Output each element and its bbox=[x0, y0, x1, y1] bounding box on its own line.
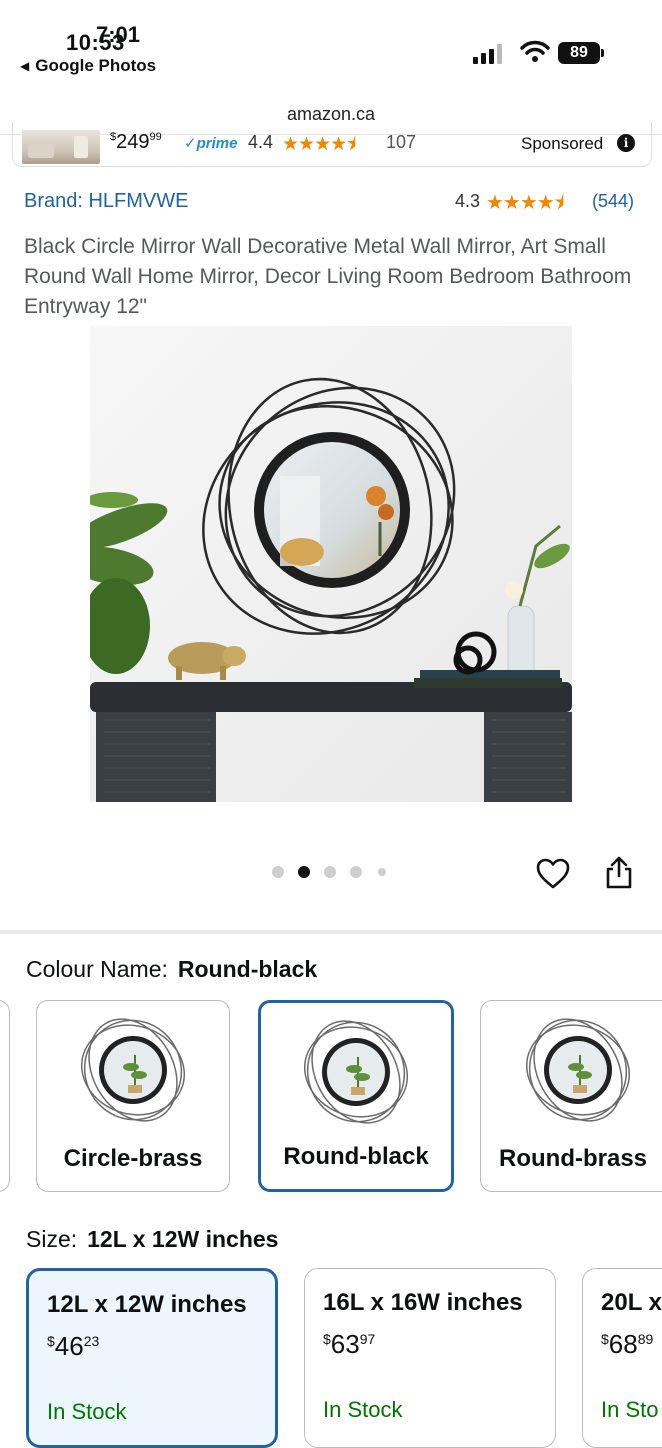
back-app-label: Google Photos bbox=[35, 56, 157, 75]
product-stars-icon[interactable]: ★★★★⯨ bbox=[486, 188, 564, 222]
share-icon[interactable] bbox=[604, 854, 634, 890]
colour-option-label: Circle-brass bbox=[63, 1145, 203, 1172]
mirror-thumbnail bbox=[525, 1018, 631, 1122]
size-option-20[interactable]: 20L x $6889 In Sto bbox=[582, 1268, 662, 1448]
size-option-stock: In Stock bbox=[323, 1397, 403, 1422]
sponsored-product-thumbnail[interactable] bbox=[22, 130, 100, 164]
size-selected-value: 12L x 12W inches bbox=[87, 1226, 279, 1252]
mirror-thumbnail bbox=[303, 1020, 409, 1124]
section-divider bbox=[0, 930, 662, 934]
size-option-stock: In Stock bbox=[47, 1399, 127, 1424]
colour-option-round-brass[interactable]: Round-brass bbox=[480, 1000, 662, 1192]
mirror-scene-illustration bbox=[90, 326, 572, 802]
size-label: Size: 12L x 12W inches bbox=[26, 1226, 279, 1252]
product-rating-value: 4.3 bbox=[455, 191, 481, 211]
info-icon[interactable]: i bbox=[617, 134, 635, 152]
size-option-stock: In Sto bbox=[601, 1397, 659, 1422]
size-option-price: $6397 bbox=[323, 1329, 376, 1359]
size-option-dimensions: 20L x bbox=[601, 1289, 662, 1316]
back-to-app-link[interactable]: ◀ Google Photos bbox=[20, 56, 156, 76]
status-time-front: 7:01 bbox=[96, 22, 141, 47]
size-option-dimensions: 16L x 16W inches bbox=[323, 1289, 523, 1316]
back-triangle-icon: ◀ bbox=[20, 59, 30, 73]
product-image[interactable] bbox=[90, 326, 572, 802]
colour-option-circle-brass[interactable]: Circle-brass bbox=[36, 1000, 230, 1192]
carousel-dot-4[interactable] bbox=[350, 866, 362, 878]
sponsored-review-count: 107 bbox=[386, 132, 417, 152]
colour-label: Colour Name: Round-black bbox=[26, 956, 318, 982]
colour-option-label: Round-brass bbox=[499, 1145, 648, 1172]
carousel-dot-3[interactable] bbox=[324, 866, 336, 878]
colour-option-round-black[interactable]: Round-black bbox=[258, 1000, 454, 1192]
carousel-dot-5[interactable] bbox=[378, 868, 386, 876]
mirror-thumbnail bbox=[80, 1018, 186, 1122]
battery-nub bbox=[601, 49, 604, 57]
sponsored-rating: 4.4 bbox=[248, 132, 274, 152]
brand-link[interactable]: Brand: HLFMVWE bbox=[24, 190, 188, 213]
sponsored-label: Sponsored bbox=[521, 134, 604, 153]
carousel-dot-2[interactable] bbox=[298, 866, 310, 878]
sponsored-stars-icon: ★★★★⯨ bbox=[282, 134, 356, 155]
battery-indicator: 89 bbox=[558, 42, 600, 64]
size-option-dimensions: 12L x 12W inches bbox=[47, 1291, 247, 1318]
colour-selected-value: Round-black bbox=[177, 956, 318, 982]
prime-badge: ✓prime bbox=[184, 135, 238, 152]
product-review-count-link[interactable]: (544) bbox=[592, 191, 634, 212]
size-option-12[interactable]: 12L x 12W inches $4623 In Stock bbox=[26, 1268, 278, 1448]
heart-icon[interactable] bbox=[535, 856, 571, 892]
carousel-dot-1[interactable] bbox=[272, 866, 284, 878]
size-option-16[interactable]: 16L x 16W inches $6397 In Stock bbox=[304, 1268, 556, 1448]
colour-option-partial[interactable] bbox=[0, 1000, 10, 1192]
wifi-icon bbox=[520, 40, 550, 62]
size-option-price: $6889 bbox=[601, 1329, 654, 1359]
sponsored-price: $24999 bbox=[110, 131, 162, 153]
product-title: Black Circle Mirror Wall Decorative Meta… bbox=[24, 235, 632, 318]
cellular-signal-icon bbox=[473, 44, 502, 64]
colour-option-label: Round-black bbox=[283, 1143, 429, 1170]
size-option-price: $4623 bbox=[47, 1331, 100, 1361]
